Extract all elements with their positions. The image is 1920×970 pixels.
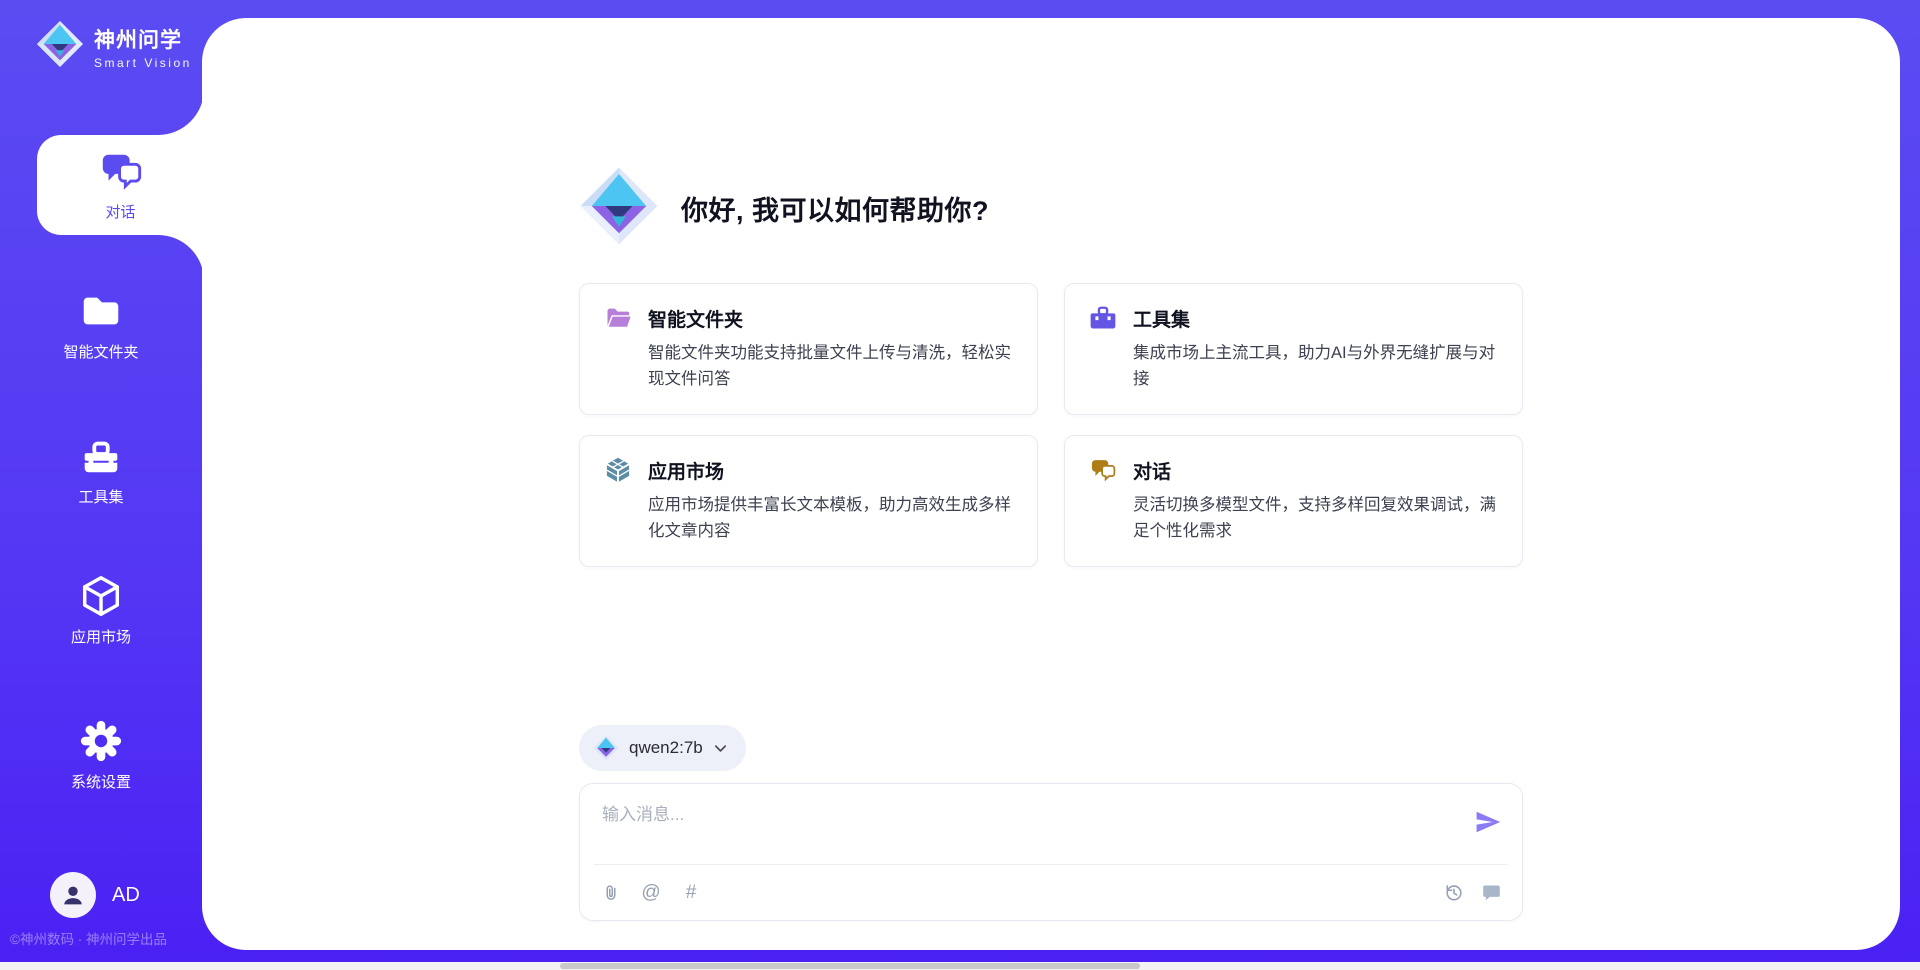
sidebar-item-label: 对话 (105, 201, 135, 222)
sidebar: 神州问学 Smart Vision 对话 智能文件夹 (0, 0, 202, 970)
send-icon[interactable] (1474, 808, 1502, 836)
sidebar-item-label: 工具集 (78, 486, 123, 507)
model-name: qwen2:7b (629, 738, 703, 758)
model-selector[interactable]: qwen2:7b (579, 725, 746, 771)
sidebar-item-chat[interactable]: 对话 (37, 135, 204, 235)
card-toolset[interactable]: 工具集 集成市场上主流工具，助力AI与外界无缝扩展与对接 (1064, 283, 1523, 415)
card-chat[interactable]: 对话 灵活切换多模型文件，支持多样回复效果调试，满足个性化需求 (1064, 435, 1523, 567)
history-icon[interactable] (1442, 882, 1464, 904)
cube-icon (78, 573, 124, 619)
brand-logo: 神州问学 Smart Vision (36, 20, 192, 73)
sidebar-item-smart-folder[interactable]: 智能文件夹 (0, 275, 202, 375)
composer-toolbar: @ # (600, 865, 1502, 920)
folder-icon (78, 288, 124, 334)
chat-bubble-icon[interactable] (1480, 882, 1502, 904)
message-composer: @ # (579, 783, 1523, 921)
chevron-down-icon (713, 741, 728, 756)
sidebar-footer-text: ©神州数码 · 神州问学出品 (10, 928, 202, 948)
message-input[interactable] (600, 798, 1452, 858)
mention-icon[interactable]: @ (640, 882, 662, 904)
chat-icon (1089, 456, 1117, 484)
card-description: 智能文件夹功能支持批量文件上传与清洗，轻松实现文件问答 (648, 341, 1013, 392)
sidebar-item-settings[interactable]: 系统设置 (0, 705, 202, 805)
active-tab-curve-top (158, 89, 204, 135)
user-profile-button[interactable]: AD (50, 872, 140, 918)
brand-name: 神州问学 (94, 24, 192, 54)
card-description: 集成市场上主流工具，助力AI与外界无缝扩展与对接 (1133, 341, 1498, 392)
sidebar-item-label: 应用市场 (71, 626, 131, 647)
sidebar-item-app-market[interactable]: 应用市场 (0, 560, 202, 660)
folder-open-icon (604, 304, 632, 332)
main-panel: 你好, 我可以如何帮助你? 智能文件夹 智能文件夹功能支持批量文件上传与清洗，轻… (202, 18, 1900, 950)
user-initials: AD (112, 884, 140, 907)
sidebar-item-label: 系统设置 (71, 771, 131, 792)
briefcase-icon (1089, 304, 1117, 332)
card-description: 应用市场提供丰富长文本模板，助力高效生成多样化文章内容 (648, 493, 1013, 544)
chat-icon (98, 148, 144, 194)
card-description: 灵活切换多模型文件，支持多样回复效果调试，满足个性化需求 (1133, 493, 1498, 544)
sidebar-item-label: 智能文件夹 (63, 341, 138, 362)
greeting-text: 你好, 我可以如何帮助你? (681, 189, 989, 228)
gear-icon (78, 718, 124, 764)
card-title: 智能文件夹 (648, 305, 743, 332)
hashtag-icon[interactable]: # (680, 882, 702, 904)
person-icon (58, 880, 88, 910)
brand-subtitle: Smart Vision (94, 56, 192, 70)
toolbox-icon (78, 433, 124, 479)
feature-cards: 智能文件夹 智能文件夹功能支持批量文件上传与清洗，轻松实现文件问答 工具集 集成… (579, 283, 1523, 567)
greeting-diamond-icon (579, 166, 659, 251)
card-title: 对话 (1133, 457, 1171, 484)
cube-grid-icon (604, 456, 632, 484)
card-app-market[interactable]: 应用市场 应用市场提供丰富长文本模板，助力高效生成多样化文章内容 (579, 435, 1038, 567)
attachment-icon[interactable] (600, 882, 622, 904)
card-title: 应用市场 (648, 457, 724, 484)
card-title: 工具集 (1133, 305, 1190, 332)
sidebar-item-toolset[interactable]: 工具集 (0, 420, 202, 520)
horizontal-scrollbar[interactable] (0, 962, 1920, 970)
card-smart-folder[interactable]: 智能文件夹 智能文件夹功能支持批量文件上传与清洗，轻松实现文件问答 (579, 283, 1038, 415)
scrollbar-thumb[interactable] (560, 963, 1140, 969)
model-diamond-icon (593, 735, 619, 761)
brand-diamond-icon (36, 20, 84, 73)
avatar (50, 872, 96, 918)
greeting-block: 你好, 我可以如何帮助你? (579, 18, 1523, 251)
